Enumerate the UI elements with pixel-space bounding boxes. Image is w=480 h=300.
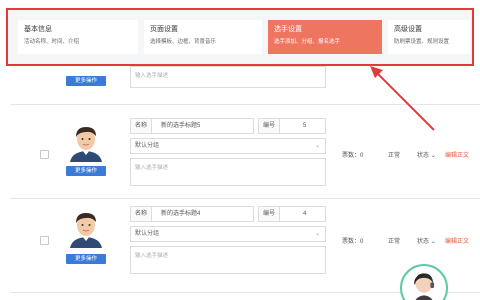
step-subtitle: 防刷票设置、规则设置 xyxy=(394,39,450,45)
step-subtitle: 活动名称、时间、介绍 xyxy=(24,39,80,45)
name-value: 新的选手标题4 xyxy=(161,211,201,217)
more-actions-button[interactable]: 更多操作 xyxy=(66,166,106,176)
vote-count: 票数：0 xyxy=(342,239,364,245)
step-tab-page-settings[interactable]: 页面设置 选择模板、边框、背景音乐 xyxy=(144,20,262,54)
step-title: 基本信息 xyxy=(24,26,52,33)
description-textarea[interactable]: 输入选手描述 xyxy=(130,66,326,88)
status-dropdown-label: 状态 xyxy=(417,153,430,159)
step-tabs: 基本信息 活动名称、时间、介绍 页面设置 选择模板、边框、背景音乐 选手设置 选… xyxy=(6,8,474,66)
description-placeholder: 输入选手描述 xyxy=(135,73,169,79)
step-tab-advanced-settings[interactable]: 高级设置 防刷票设置、规则设置 xyxy=(388,20,470,54)
status-dropdown[interactable]: 状态 ⌄ xyxy=(417,236,436,245)
group-value: 默认分组 xyxy=(135,231,160,237)
more-actions-button[interactable]: 更多操作 xyxy=(66,254,106,264)
step-tab-basic-info[interactable]: 基本信息 活动名称、时间、介绍 xyxy=(18,20,138,54)
row-checkbox[interactable] xyxy=(40,150,49,159)
status-dropdown[interactable]: 状态 ⌄ xyxy=(417,150,436,159)
step-title: 高级设置 xyxy=(394,26,422,33)
group-value: 默认分组 xyxy=(135,143,160,149)
row-divider xyxy=(10,104,480,105)
status-value: 正常 xyxy=(388,239,401,245)
step-subtitle: 选手添加、分组、报名选手 xyxy=(274,39,341,45)
name-field[interactable]: 名称 新的选手标题5 xyxy=(130,118,254,134)
name-label: 名称 xyxy=(131,207,153,221)
status-value: 正常 xyxy=(388,153,401,159)
number-value: 4 xyxy=(303,211,307,217)
step-title: 选手设置 xyxy=(274,26,302,33)
number-label: 编号 xyxy=(259,119,281,133)
chevron-down-icon: ⌄ xyxy=(314,231,320,237)
name-value: 新的选手标题5 xyxy=(161,123,201,129)
step-tab-contestant-settings[interactable]: 选手设置 选手添加、分组、报名选手 xyxy=(268,20,382,54)
chevron-down-icon: ⌄ xyxy=(430,239,436,245)
agent-icon xyxy=(414,273,435,300)
vote-count: 票数：0 xyxy=(342,153,364,159)
name-field[interactable]: 名称 新的选手标题4 xyxy=(130,206,254,222)
contestant-avatar xyxy=(64,122,108,162)
number-field[interactable]: 编号 5 xyxy=(258,118,326,134)
chevron-down-icon: ⌄ xyxy=(430,153,436,159)
description-placeholder: 输入选手描述 xyxy=(135,165,169,171)
row-checkbox[interactable] xyxy=(40,236,49,245)
name-label: 名称 xyxy=(131,119,153,133)
description-textarea[interactable]: 输入选手描述 xyxy=(130,246,326,274)
status-dropdown-label: 状态 xyxy=(417,239,430,245)
number-label: 编号 xyxy=(259,207,281,221)
group-select[interactable]: 默认分组 ⌄ xyxy=(130,138,326,154)
customer-service-avatar[interactable] xyxy=(400,264,448,300)
edit-content-link[interactable]: 编辑正文 xyxy=(445,236,469,245)
row-divider xyxy=(10,198,480,199)
description-textarea[interactable]: 输入选手描述 xyxy=(130,158,326,186)
group-select[interactable]: 默认分组 ⌄ xyxy=(130,226,326,242)
edit-content-link[interactable]: 编辑正文 xyxy=(445,150,469,159)
more-actions-button[interactable]: 更多操作 xyxy=(66,76,106,86)
number-field[interactable]: 编号 4 xyxy=(258,206,326,222)
step-subtitle: 选择模板、边框、背景音乐 xyxy=(150,39,217,45)
description-placeholder: 输入选手描述 xyxy=(135,253,169,259)
contestant-avatar xyxy=(64,208,108,248)
chevron-down-icon: ⌄ xyxy=(314,143,320,149)
step-title: 页面设置 xyxy=(150,26,178,33)
number-value: 5 xyxy=(303,123,307,129)
